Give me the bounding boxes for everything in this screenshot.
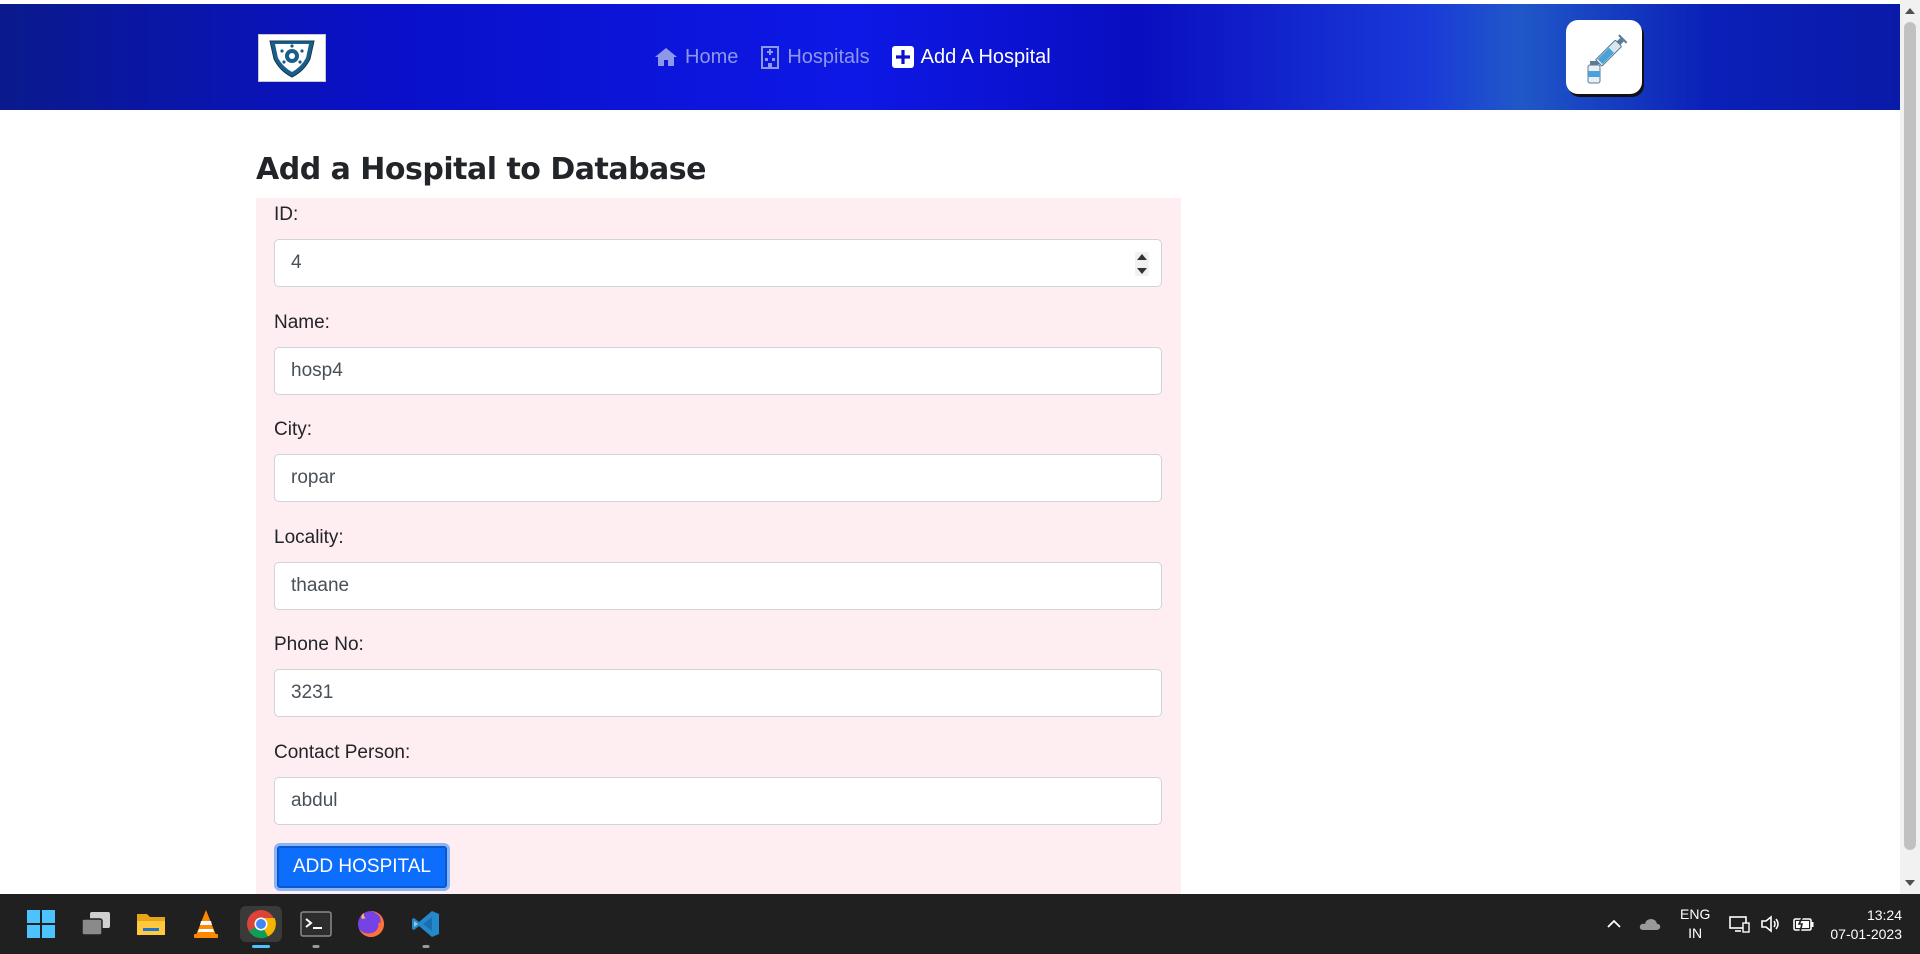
clock-time: 13:24 (1866, 907, 1902, 923)
locality-input[interactable] (274, 562, 1162, 610)
task-view-icon[interactable] (78, 906, 114, 942)
running-app-indicator (422, 945, 430, 948)
city-input[interactable] (274, 454, 1162, 502)
nav-add-hospital-label: Add A Hospital (920, 45, 1051, 68)
shield-logo-icon (269, 40, 315, 78)
syringe-icon (1587, 34, 1628, 84)
page-scrollbar[interactable] (1900, 0, 1920, 894)
start-icon[interactable] (23, 906, 59, 942)
spinner-down-icon[interactable] (1137, 268, 1147, 274)
active-app-indicator (252, 945, 270, 948)
file-explorer-icon[interactable] (133, 906, 169, 942)
number-spinner[interactable] (1135, 252, 1149, 276)
name-label: Name: (274, 312, 330, 333)
phone-label: Phone No: (274, 634, 364, 655)
nav-add-hospital-link[interactable]: Add A Hospital (891, 45, 1051, 69)
system-tray: ENG IN (1604, 894, 1816, 954)
phone-input[interactable] (274, 669, 1162, 717)
contact-person-input[interactable] (274, 777, 1162, 825)
volume-icon[interactable] (1760, 914, 1782, 934)
site-logo[interactable] (258, 34, 326, 82)
nav-links: Home Hospitals Add A Hospital (654, 45, 1051, 69)
scroll-up-icon[interactable] (1905, 8, 1915, 14)
add-hospital-form: ID: 4 Name: City: Locality: Phone No: Co… (256, 198, 1181, 894)
contact-person-label: Contact Person: (274, 742, 411, 763)
navbar: Home Hospitals Add A Hospital (0, 4, 1900, 110)
vlc-icon[interactable] (188, 906, 224, 942)
lang-line1: ENG (1680, 906, 1711, 922)
terminal-icon[interactable] (298, 906, 334, 948)
nav-hospitals-label: Hospitals (787, 45, 870, 68)
clock[interactable]: 13:24 07-01-2023 (1830, 906, 1902, 944)
firefox-icon[interactable] (353, 906, 389, 942)
nav-home-link[interactable]: Home (654, 46, 738, 69)
city-label: City: (274, 419, 312, 440)
add-hospital-button[interactable]: ADD HOSPITAL (274, 843, 450, 891)
id-label: ID: (274, 204, 299, 225)
vaccine-badge[interactable] (1566, 20, 1642, 94)
id-value: 4 (291, 252, 302, 273)
plus-square-icon (891, 46, 914, 68)
vscode-icon[interactable] (408, 906, 444, 948)
scroll-thumb[interactable] (1904, 22, 1916, 850)
home-icon (655, 48, 677, 66)
clock-date: 07-01-2023 (1830, 926, 1902, 942)
nav-hospitals-link[interactable]: Hospitals (760, 45, 870, 69)
hospital-building-icon (761, 46, 780, 69)
taskbar: ENG IN 13:24 07-01-2023 (0, 894, 1920, 954)
scroll-down-icon[interactable] (1905, 880, 1915, 886)
chevron-up-icon[interactable] (1604, 914, 1624, 934)
network-icon[interactable] (1728, 914, 1751, 934)
chrome-icon[interactable] (240, 906, 282, 948)
lang-line2: IN (1688, 925, 1703, 941)
language-indicator[interactable]: ENG IN (1680, 905, 1710, 943)
locality-label: Locality: (274, 527, 344, 548)
id-field[interactable]: 4 (274, 239, 1162, 287)
running-app-indicator (312, 945, 320, 948)
battery-charging-icon[interactable] (1792, 914, 1816, 934)
cloud-icon[interactable] (1638, 916, 1662, 932)
nav-home-label: Home (685, 45, 739, 68)
name-input[interactable] (274, 347, 1162, 395)
spinner-up-icon[interactable] (1137, 254, 1147, 260)
browser-viewport: Home Hospitals Add A Hospital Add a Hosp… (0, 0, 1900, 894)
page-title: Add a Hospital to Database (256, 152, 707, 187)
